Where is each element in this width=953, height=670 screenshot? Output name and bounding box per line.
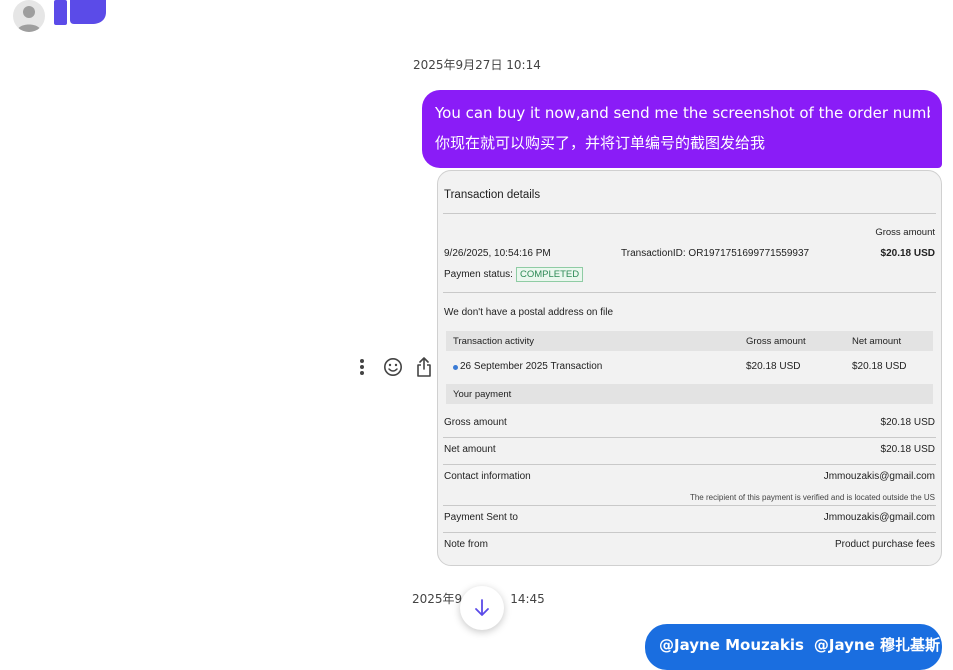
divider	[443, 505, 936, 506]
table-header: Transaction activity	[453, 336, 534, 347]
scroll-to-bottom-button[interactable]	[460, 586, 504, 630]
note-value: Product purchase fees	[834, 539, 935, 550]
react-button[interactable]	[377, 356, 408, 378]
more-vertical-icon	[359, 359, 364, 375]
note-label: Note from	[444, 539, 488, 550]
transaction-title: Transaction details	[444, 189, 541, 201]
divider	[443, 532, 936, 533]
message-text-english: You can buy it now,and send me the scree…	[435, 104, 930, 122]
table-cell: 26 September 2025 Transaction	[460, 361, 603, 372]
divider	[443, 292, 936, 293]
share-button[interactable]	[408, 356, 439, 378]
person-icon	[17, 6, 41, 32]
net-amount-value: $20.18 USD	[880, 444, 935, 455]
arrow-down-icon	[475, 599, 489, 616]
divider	[443, 213, 936, 214]
gross-amount-header: Gross amount	[875, 227, 935, 238]
recipient-note: The recipient of this payment is verifie…	[689, 493, 935, 502]
section-header-row	[446, 384, 933, 404]
thumbs-up-icon	[54, 0, 108, 25]
timestamp-date: 2025年9	[412, 592, 463, 606]
timestamp-time: 14:45	[510, 592, 545, 606]
mention-link[interactable]: @Jayne 穆扎基斯	[814, 636, 940, 654]
payment-status-label: Paymen status:	[444, 269, 513, 280]
net-amount-label: Net amount	[444, 444, 496, 455]
avatar[interactable]	[13, 0, 45, 32]
transaction-date: 9/26/2025, 10:54:16 PM	[444, 248, 551, 259]
table-header: Net amount	[852, 336, 902, 347]
table-cell: $20.18 USD	[852, 361, 907, 372]
screenshot-image[interactable]: Transaction details Gross amount 9/26/20…	[437, 170, 942, 566]
message-bubble[interactable]: You can buy it now,and send me the scree…	[422, 90, 942, 168]
contact-value: Jmmouzakis@gmail.com	[823, 471, 935, 482]
mention-message-bubble[interactable]: @Jayne Mouzakis @Jayne 穆扎基斯	[645, 624, 942, 670]
message-text-chinese: 你现在就可以购买了，并将订单编号的截图发给我	[435, 134, 766, 152]
contact-label: Contact information	[444, 471, 531, 482]
sent-to-label: Payment Sent to	[444, 512, 518, 523]
more-options-button[interactable]	[346, 356, 377, 378]
message-actions	[346, 356, 439, 378]
divider	[443, 437, 936, 438]
status-badge: COMPLETED	[516, 267, 584, 282]
table-cell: $20.18 USD	[746, 361, 801, 372]
your-payment-label: Your payment	[453, 389, 512, 400]
message-timestamp: 2025年9月27日 10:14	[413, 58, 541, 72]
sent-to-value: Jmmouzakis@gmail.com	[823, 512, 935, 523]
emoji-icon	[383, 358, 402, 376]
gross-amount-top: $20.18 USD	[880, 248, 935, 259]
transaction-id: TransactionID: OR1971751699771559937	[621, 248, 810, 259]
divider	[443, 464, 936, 465]
table-header: Gross amount	[746, 336, 806, 347]
postal-note: We don't have a postal address on file	[444, 307, 614, 318]
share-icon	[416, 357, 431, 377]
bullet-dot	[453, 365, 458, 370]
gross-amount-label: Gross amount	[444, 417, 507, 428]
mention-link[interactable]: @Jayne Mouzakis	[659, 636, 804, 654]
gross-amount-value: $20.18 USD	[880, 417, 935, 428]
